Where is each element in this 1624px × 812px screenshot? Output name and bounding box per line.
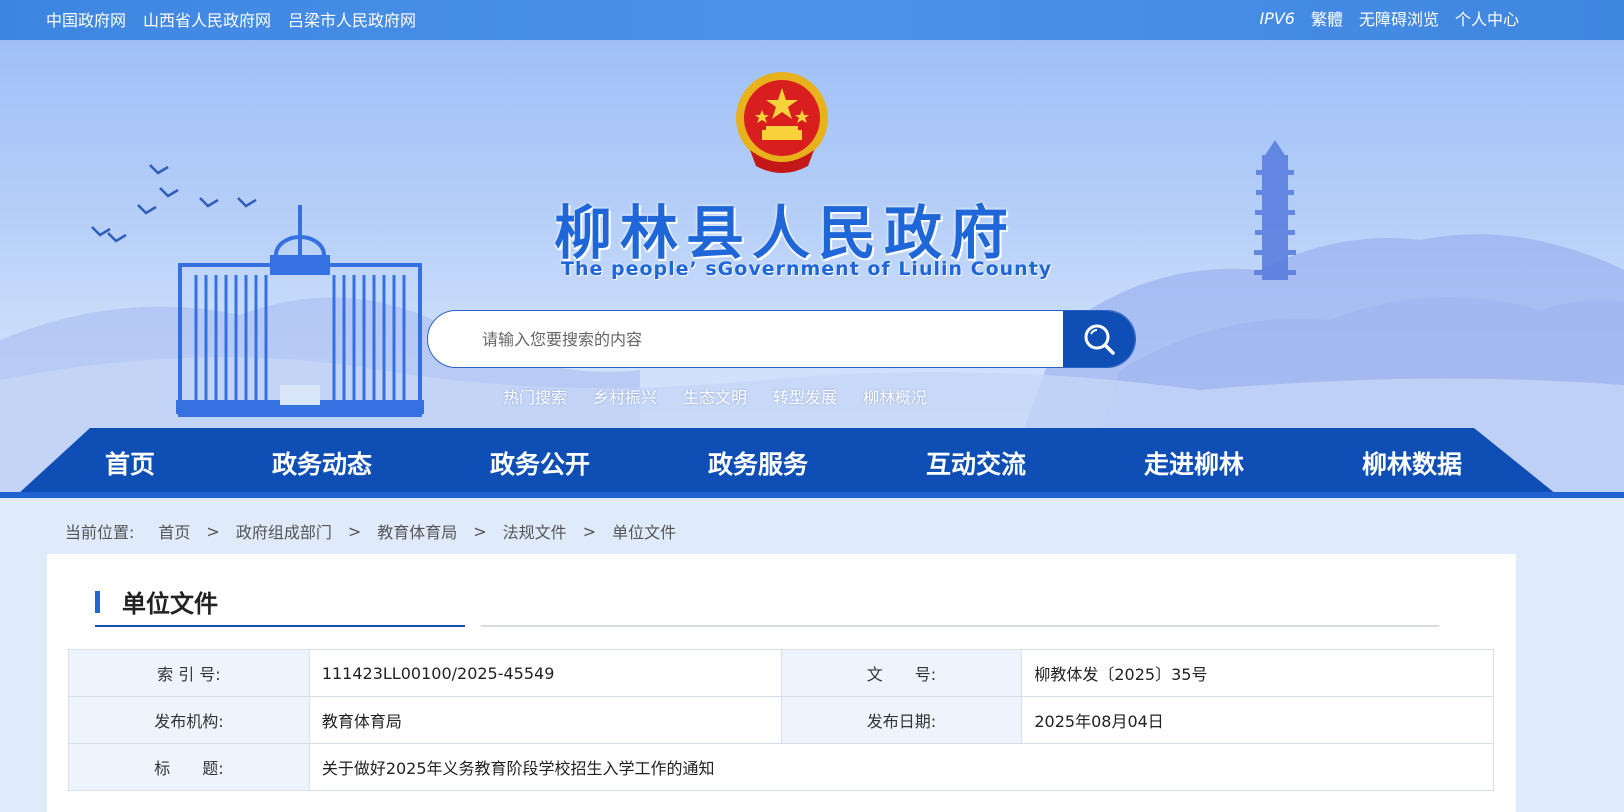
title-underline xyxy=(95,625,465,627)
title-accent-bar xyxy=(95,590,100,613)
meta-label-docno: 文 号: xyxy=(780,649,1023,697)
nav-item-label: 走进柳林 xyxy=(1143,450,1244,479)
nav-item-label: 政务服务 xyxy=(707,450,808,479)
link-lvliang-gov[interactable]: 吕梁市人民政府网 xyxy=(288,7,416,31)
meta-label-date: 发布日期: xyxy=(780,696,1023,744)
hot-search-term[interactable]: 生态文明 xyxy=(683,384,747,408)
top-links-left: 中国政府网 山西省人民政府网 吕梁市人民政府网 xyxy=(46,7,416,31)
nav-item-about-liulin[interactable]: 走进柳林 xyxy=(1090,428,1298,498)
document-meta-table: 索 引 号: 111423LL00100/2025-45549 文 号: 柳教体… xyxy=(68,649,1495,791)
nav-item-news[interactable]: 政务动态 xyxy=(218,428,426,498)
nav-item-label: 柳林数据 xyxy=(1361,450,1462,479)
nav-item-home[interactable]: 首页 xyxy=(52,428,208,498)
search-box xyxy=(427,310,1136,368)
link-accessibility[interactable]: 无障碍浏览 xyxy=(1359,6,1439,30)
breadcrumb-item[interactable]: 首页 xyxy=(158,519,190,543)
breadcrumb-separator: > xyxy=(206,521,220,541)
nav-items: 首页 政务动态 政务公开 政务服务 互动交流 走进柳林 柳林数据 xyxy=(52,428,1516,498)
main-nav: 首页 政务动态 政务公开 政务服务 互动交流 走进柳林 柳林数据 xyxy=(0,428,1624,498)
hot-search-term[interactable]: 转型发展 xyxy=(773,384,837,408)
breadcrumb-separator: > xyxy=(347,521,362,541)
link-gov-cn[interactable]: 中国政府网 xyxy=(46,7,126,31)
nav-item-underline xyxy=(872,494,1080,498)
nav-item-underline xyxy=(654,494,862,498)
nav-item-data[interactable]: 柳林数据 xyxy=(1308,428,1516,498)
nav-item-services[interactable]: 政务服务 xyxy=(654,428,862,498)
national-emblem-icon xyxy=(736,72,828,173)
search-input[interactable] xyxy=(482,311,982,367)
breadcrumb-separator: > xyxy=(582,521,597,541)
breadcrumb-item[interactable]: 教育体育局 xyxy=(377,519,457,543)
link-shanxi-gov[interactable]: 山西省人民政府网 xyxy=(143,7,271,31)
meta-value-index: 111423LL00100/2025-45549 xyxy=(308,649,782,697)
title-divider xyxy=(481,625,1439,627)
breadcrumb-item[interactable]: 单位文件 xyxy=(612,519,676,543)
nav-item-label: 首页 xyxy=(104,450,155,479)
nav-item-underline xyxy=(1308,494,1516,498)
table-row: 发布机构: 教育体育局 发布日期: 2025年08月04日 xyxy=(68,696,1494,744)
link-traditional-chinese[interactable]: 繁體 xyxy=(1311,6,1343,30)
hot-search-label: 热门搜索 xyxy=(503,388,568,407)
breadcrumb: 当前位置: 首页 > 政府组成部门 > 教育体育局 > 法规文件 > 单位文件 xyxy=(65,519,676,543)
search-icon xyxy=(1084,324,1115,355)
hot-search-bar: 热门搜索 乡村振兴 生态文明 转型发展 柳林概况 xyxy=(503,384,927,408)
meta-value-org: 教育体育局 xyxy=(308,696,782,744)
table-row: 索 引 号: 111423LL00100/2025-45549 文 号: 柳教体… xyxy=(68,649,1494,697)
nav-item-underline xyxy=(52,494,208,498)
nav-item-label: 政务公开 xyxy=(489,450,590,479)
meta-label-org: 发布机构: xyxy=(68,696,310,744)
ipv6-badge[interactable]: IPV6 xyxy=(1259,9,1295,28)
meta-value-title: 关于做好2025年义务教育阶段学校招生入学工作的通知 xyxy=(308,743,1495,791)
breadcrumb-separator: > xyxy=(473,521,487,541)
link-user-center[interactable]: 个人中心 xyxy=(1455,6,1519,30)
search-button[interactable] xyxy=(1063,311,1135,367)
nav-item-interaction[interactable]: 互动交流 xyxy=(872,428,1080,498)
site-subtitle: The people’ sGovernment of Liulin County xyxy=(561,258,1053,280)
meta-label-index: 索 引 号: xyxy=(68,649,310,697)
header-banner: 柳林县人民政府 The people’ sGovernment of Liuli… xyxy=(0,40,1624,495)
nav-item-underline xyxy=(218,494,426,498)
nav-item-public-affairs[interactable]: 政务公开 xyxy=(436,428,644,498)
panel-title-text: 单位文件 xyxy=(122,590,218,618)
birds-icon xyxy=(91,164,257,243)
meta-label-title: 标 题: xyxy=(68,743,310,791)
table-row: 标 题: 关于做好2025年义务教育阶段学校招生入学工作的通知 xyxy=(68,743,1495,791)
meta-value-date: 2025年08月04日 xyxy=(1021,696,1494,744)
nav-item-underline xyxy=(1090,494,1298,498)
breadcrumb-label: 当前位置: xyxy=(65,523,135,542)
top-utility-bar: 中国政府网 山西省人民政府网 吕梁市人民政府网 IPV6 繁體 无障碍浏览 个人… xyxy=(0,0,1624,40)
document-panel: 单位文件 索 引 号: 111423LL00100/2025-45549 文 号… xyxy=(47,554,1516,812)
nav-item-label: 政务动态 xyxy=(271,450,372,479)
top-links-right: IPV6 繁體 无障碍浏览 个人中心 xyxy=(1259,6,1519,30)
breadcrumb-item[interactable]: 法规文件 xyxy=(503,519,567,543)
nav-item-underline xyxy=(436,494,644,498)
nav-item-label: 互动交流 xyxy=(925,450,1026,479)
hot-search-term[interactable]: 柳林概况 xyxy=(863,384,927,408)
panel-title: 单位文件 xyxy=(95,584,218,619)
hot-search-term[interactable]: 乡村振兴 xyxy=(593,384,657,408)
breadcrumb-item[interactable]: 政府组成部门 xyxy=(236,519,332,543)
meta-value-docno: 柳教体发〔2025〕35号 xyxy=(1021,649,1494,697)
